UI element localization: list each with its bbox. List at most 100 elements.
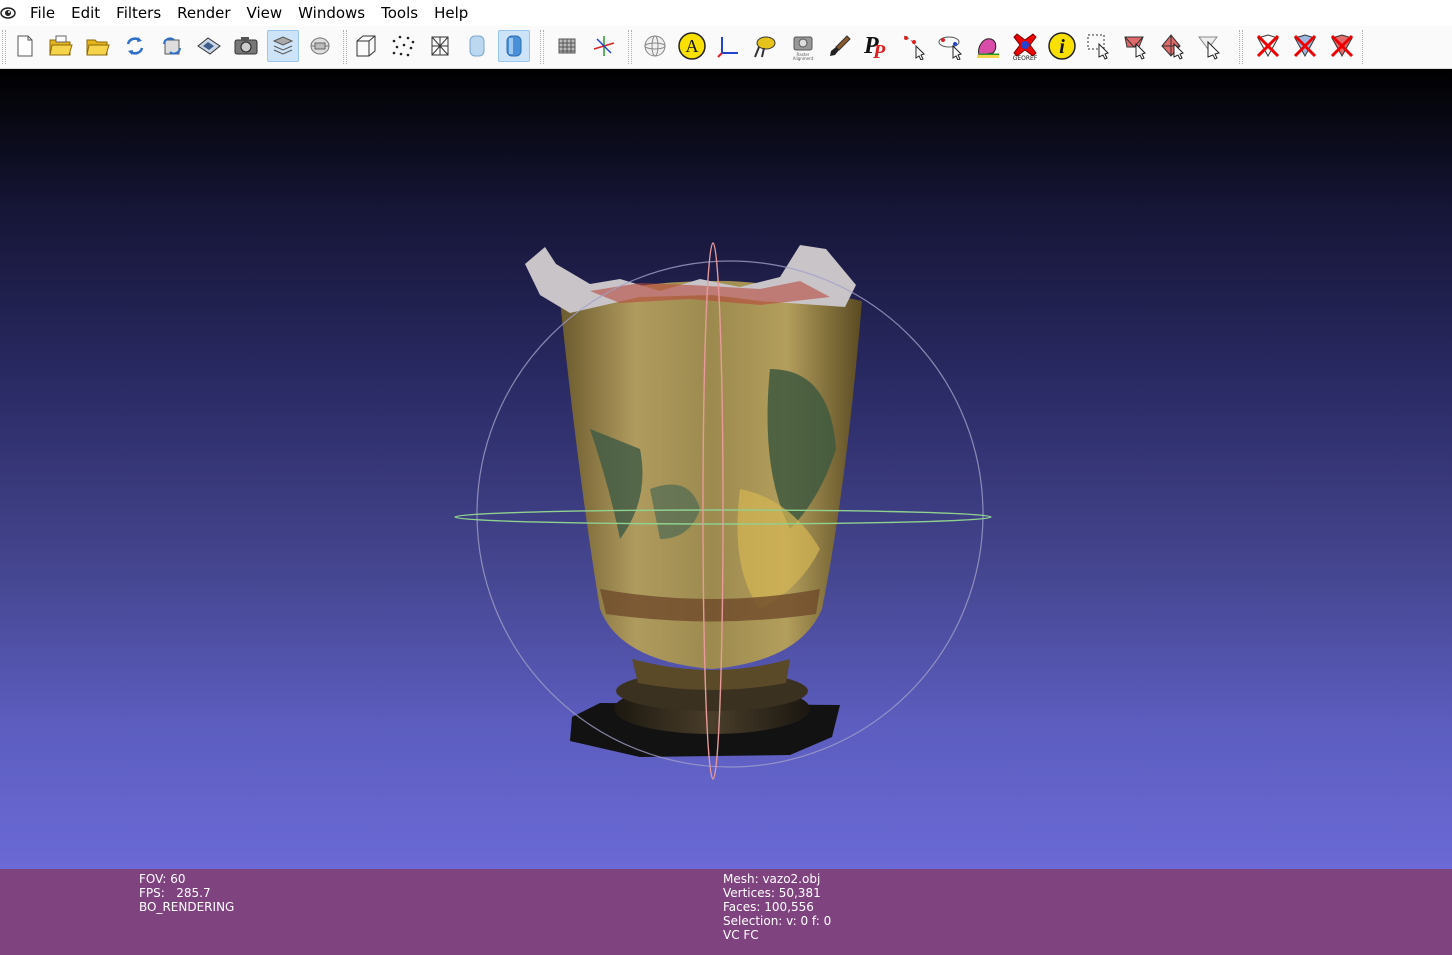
smooth-shading-icon (506, 35, 522, 57)
points-icon (392, 35, 415, 57)
flat-shading-button[interactable] (461, 30, 493, 62)
toolbar-separator (540, 30, 544, 64)
paint-button[interactable] (824, 30, 856, 62)
menu-render[interactable]: Render (169, 0, 238, 26)
svg-text:P: P (872, 41, 886, 61)
reload-icon (126, 37, 144, 55)
smooth-shading-button[interactable] (498, 30, 530, 62)
toolbar-separator (343, 30, 347, 64)
svg-text:i: i (1059, 36, 1065, 58)
axis-icon (593, 36, 615, 56)
select-vertices-icon (1087, 34, 1109, 60)
toolbar-end (1362, 30, 1366, 64)
mesh-flags-label: VC FC (723, 928, 759, 942)
import-mesh-icon (86, 39, 110, 56)
fov-label: FOV: 60 (139, 872, 186, 886)
info-icon: i (1048, 32, 1076, 60)
raster-alignment-button[interactable]: Raster Alignment (787, 30, 819, 62)
menu-edit[interactable]: Edit (63, 0, 108, 26)
delete-all-icon (1330, 34, 1354, 58)
select-faces-button[interactable] (1120, 30, 1152, 62)
texture-paint-button[interactable] (972, 30, 1004, 62)
trackball-icon (644, 35, 666, 57)
render-mode-label: BO_RENDERING (139, 900, 235, 914)
select-pointer-icon (1198, 36, 1220, 60)
pickpoints-button[interactable]: PP (861, 30, 893, 62)
wireframe-icon (431, 36, 449, 56)
render-info: FOV: 60 FPS: 285.7 BO_RENDERING (139, 872, 234, 914)
align-icon (754, 36, 776, 58)
delete-faces-icon (1293, 34, 1317, 58)
point-picking-icon (903, 35, 925, 60)
status-info-bar: FOV: 60 FPS: 285.7 BO_RENDERING Mesh: va… (0, 869, 1452, 955)
select-faces-icon (1124, 36, 1146, 60)
bounding-box-icon (356, 35, 376, 57)
mesh-name-label: Mesh: vazo2.obj (723, 872, 821, 886)
faces-count-label: Faces: 100,556 (723, 900, 814, 914)
new-project-icon (17, 35, 33, 57)
mesh-vase[interactable] (525, 245, 862, 757)
svg-text:GEOREF: GEOREF (1013, 55, 1038, 61)
flat-shading-icon (469, 35, 485, 57)
texture-paint-icon (977, 38, 999, 58)
select-connected-button[interactable] (1157, 30, 1189, 62)
selection-label: Selection: v: 0 f: 0 (723, 914, 832, 928)
reload-all-icon (163, 37, 181, 55)
toolbar-grip[interactable] (2, 30, 6, 64)
select-pointer-button[interactable] (1194, 30, 1226, 62)
3d-viewport[interactable] (0, 69, 1452, 869)
georef-icon: GEOREF (1013, 33, 1038, 61)
meshlab-app-icon (0, 5, 16, 21)
export-mesh-button[interactable] (193, 30, 225, 62)
menu-windows[interactable]: Windows (290, 0, 373, 26)
delete-all-button[interactable] (1326, 30, 1358, 62)
manipulator-button[interactable] (935, 30, 967, 62)
reload-button[interactable] (119, 30, 151, 62)
raster-alignment-icon: RasterAlignment (793, 36, 814, 61)
menu-help[interactable]: Help (426, 0, 476, 26)
points-button[interactable] (387, 30, 419, 62)
wireframe-button[interactable] (424, 30, 456, 62)
raster-layer-button[interactable] (304, 30, 336, 62)
delete-faces-button[interactable] (1289, 30, 1321, 62)
menu-file[interactable]: File (22, 0, 63, 26)
fps-label: FPS: 285.7 (139, 886, 211, 900)
trackball-button[interactable] (639, 30, 671, 62)
bounding-box-button[interactable] (350, 30, 382, 62)
texture-mode-icon (558, 38, 576, 54)
info-button[interactable]: i (1046, 30, 1078, 62)
layer-dialog-button[interactable] (267, 30, 299, 62)
mesh-info: Mesh: vazo2.obj Vertices: 50,381 Faces: … (723, 872, 831, 942)
annotation-icon: A (678, 32, 706, 60)
svg-text:Alignment: Alignment (793, 56, 814, 61)
svg-text:A: A (686, 36, 699, 56)
select-vertices-button[interactable] (1083, 30, 1115, 62)
import-mesh-button[interactable] (82, 30, 114, 62)
open-project-button[interactable] (45, 30, 77, 62)
snapshot-button[interactable] (230, 30, 262, 62)
select-connected-icon (1161, 34, 1184, 60)
snapshot-icon (234, 37, 258, 55)
georef-button[interactable]: GEOREF (1009, 30, 1041, 62)
toolbar: A Raster Alignment PP GEOREF i (0, 26, 1452, 69)
paint-icon (830, 35, 851, 56)
measure-button[interactable] (713, 30, 745, 62)
pickpoints-icon: PP (863, 33, 886, 61)
raster-layer-icon (310, 37, 330, 55)
align-button[interactable] (750, 30, 782, 62)
manipulator-icon (938, 36, 962, 60)
export-mesh-icon (197, 37, 221, 55)
reload-all-button[interactable] (156, 30, 188, 62)
delete-vertices-icon (1256, 34, 1280, 58)
point-picking-button[interactable] (898, 30, 930, 62)
delete-vertices-button[interactable] (1252, 30, 1284, 62)
menu-filters[interactable]: Filters (108, 0, 169, 26)
menu-tools[interactable]: Tools (373, 0, 426, 26)
menu-view[interactable]: View (239, 0, 291, 26)
texture-mode-button[interactable] (551, 30, 583, 62)
axis-button[interactable] (588, 30, 620, 62)
toolbar-separator (1239, 30, 1243, 64)
new-project-button[interactable] (9, 30, 41, 62)
annotation-button[interactable]: A (676, 30, 708, 62)
measure-icon (717, 37, 738, 58)
